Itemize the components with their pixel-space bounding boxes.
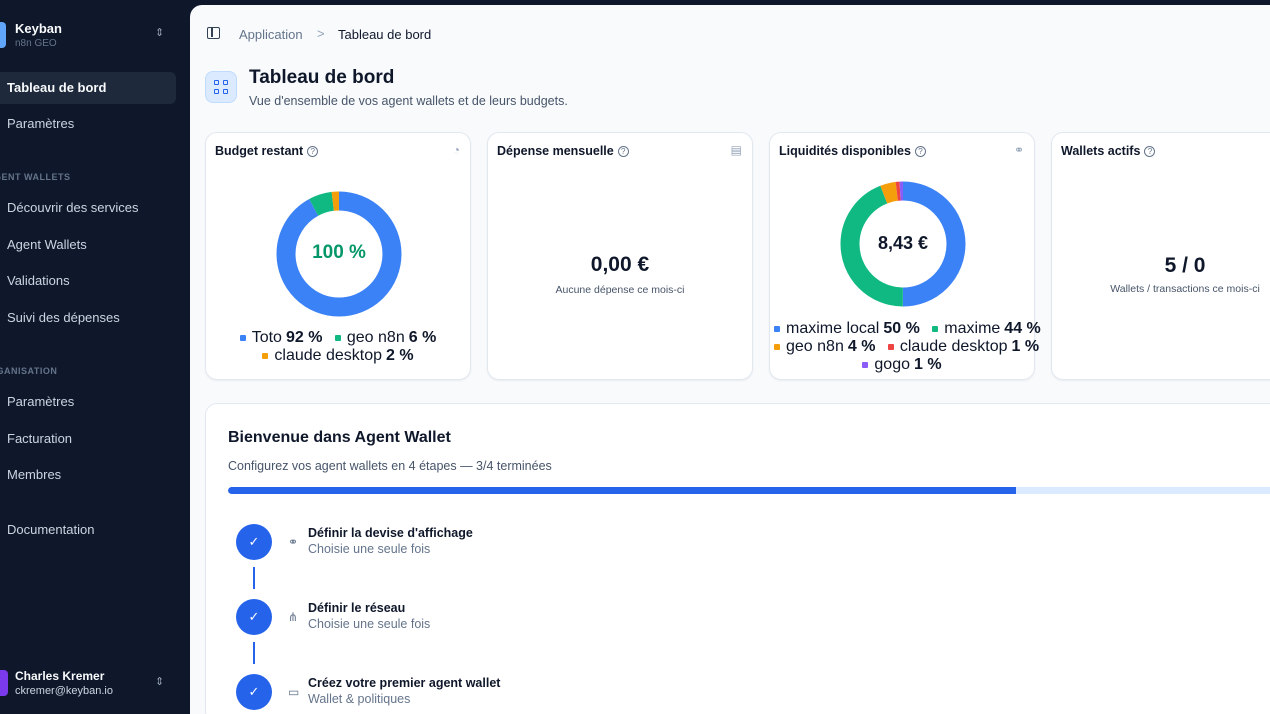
budget-center-label: 100 % (312, 242, 366, 263)
sidebar-item-settings[interactable]: Paramètres (0, 108, 176, 140)
liquidity-center-label: 8,43 € (877, 233, 929, 253)
sidebar-item-documentation[interactable]: Documentation (0, 514, 176, 546)
card-title-text: Budget restant (215, 144, 304, 158)
step-title[interactable]: Définir le réseau (308, 601, 405, 615)
user-name: Charles Kremer (15, 669, 105, 683)
legend-item: gogo 1 % (862, 356, 942, 374)
sidebar-item-members[interactable]: Membres (0, 459, 176, 491)
legend-row: geo n8n 4 % claude desktop 1 % (770, 338, 1039, 356)
sidebar-item-validations[interactable]: Validations (0, 265, 176, 297)
link-icon: ⚭ (288, 535, 299, 549)
progress-fill (228, 487, 1016, 494)
help-icon[interactable]: ? (914, 146, 926, 157)
sidebar-item-agent-wallets[interactable]: Agent Wallets (0, 229, 176, 261)
sidebar-item-spending[interactable]: Suivi des dépenses (0, 302, 176, 334)
org-logo (0, 22, 6, 48)
step-title[interactable]: Créez votre premier agent wallet (308, 676, 500, 690)
card-title: Liquidités disponibles? (779, 144, 926, 158)
breadcrumb-separator: > (317, 26, 325, 41)
onboarding-progress-bar (228, 487, 1270, 494)
step-complete-check-icon: ✓ (236, 599, 272, 635)
card-title: Budget restant? (215, 144, 319, 158)
legend-row: maxime local 50 % maxime 44 % (770, 320, 1041, 338)
help-icon[interactable]: ? (617, 146, 629, 157)
gauge-icon: ◔ (452, 143, 460, 157)
card-title: Wallets actifs? (1061, 144, 1156, 158)
step-connector (253, 642, 255, 664)
card-title-text: Liquidités disponibles (779, 144, 911, 158)
link-icon: ⚭ (1013, 143, 1024, 157)
step-subtitle: Choisie une seule fois (308, 617, 431, 631)
sidebar: Keyban n8n GEO ⇕ Tableau de bord Paramèt… (0, 0, 190, 714)
card-budget: Budget restant? ◔ 100 % Toto 92 % geo n8n… (205, 132, 471, 380)
step-complete-check-icon: ✓ (236, 524, 272, 560)
help-icon[interactable]: ? (1144, 146, 1156, 157)
legend-item: maxime local 50 % (774, 320, 920, 338)
legend-row: gogo 1 % (770, 356, 1034, 374)
sidebar-item-discover-services[interactable]: Découvrir des services (0, 192, 176, 224)
org-name: Keyban (15, 21, 62, 36)
dashboard-icon (205, 71, 237, 103)
step-complete-check-icon: ✓ (236, 674, 272, 710)
topbar: Application > Tableau de bord (190, 5, 1270, 55)
onboarding-title: Bienvenue dans Agent Wallet (228, 429, 451, 446)
sidebar-item-billing[interactable]: Facturation (0, 423, 176, 455)
step-subtitle: Wallet & politiques (308, 692, 411, 706)
active-wallets-caption: Wallets / transactions ce mois-ci (1110, 283, 1260, 295)
sidebar-item-org-settings[interactable]: Paramètres (0, 386, 176, 418)
receipt-icon: ▤ (730, 143, 742, 157)
help-icon[interactable]: ? (307, 146, 319, 157)
sidebar-item-dashboard[interactable]: Tableau de bord (0, 72, 176, 104)
sidebar-toggle-icon[interactable] (207, 27, 220, 39)
legend-item: Toto 92 % (239, 329, 322, 347)
legend-row: claude desktop 2 % (206, 347, 470, 365)
monthly-spend-caption: Aucune dépense ce mois-ci (555, 284, 685, 296)
network-icon: ⋔ (288, 610, 299, 624)
legend-item: claude desktop 1 % (887, 338, 1039, 356)
step-subtitle: Choisie une seule fois (308, 542, 431, 556)
org-switcher[interactable]: Keyban n8n GEO ⇕ (0, 18, 180, 54)
card-liquidity: Liquidités disponibles? ⚭ 8,43 € maxime … (769, 132, 1041, 380)
page-subtitle: Vue d'ensemble de vos agent wallets et d… (249, 94, 568, 108)
breadcrumb-current: Tableau de bord (338, 27, 432, 42)
step-connector (253, 567, 255, 589)
card-title-text: Wallets actifs (1061, 144, 1141, 158)
breadcrumb-parent[interactable]: Application (239, 27, 303, 42)
avatar (0, 670, 8, 696)
user-menu[interactable]: Charles Kremer ckremer@keyban.io ⇕ (0, 664, 180, 704)
sidebar-section-organisation: ORGANISATION (0, 366, 58, 376)
org-subtitle: n8n GEO (15, 38, 57, 49)
card-active-wallets: Wallets actifs? 5 / 0 Wallets / transact… (1051, 132, 1270, 380)
card-title-text: Dépense mensuelle (497, 144, 614, 158)
legend-item: claude desktop 2 % (262, 347, 414, 365)
card-title: Dépense mensuelle? (497, 144, 629, 158)
card-monthly-spend: Dépense mensuelle? ▤ 0,00 € Aucune dépen… (487, 132, 753, 380)
legend-item: geo n8n 4 % (774, 338, 875, 356)
main-content: Application > Tableau de bord Tableau de… (190, 5, 1270, 714)
wallet-icon: ▭ (288, 685, 300, 699)
user-email: ckremer@keyban.io (15, 685, 113, 697)
monthly-spend-value: 0,00 € (590, 253, 650, 276)
chevron-updown-icon: ⇕ (155, 27, 165, 39)
legend-item: geo n8n 6 % (334, 329, 436, 347)
active-wallets-value: 5 / 0 (1164, 254, 1206, 277)
legend-item: maxime 44 % (932, 320, 1041, 338)
page-title: Tableau de bord (249, 67, 395, 88)
step-title[interactable]: Définir la devise d'affichage (308, 526, 473, 540)
sidebar-section-agent-wallets: AGENT WALLETS (0, 172, 71, 182)
onboarding-subtitle: Configurez vos agent wallets en 4 étapes… (228, 459, 552, 473)
legend-row: Toto 92 % geo n8n 6 % (206, 329, 470, 347)
onboarding-card: Bienvenue dans Agent Wallet Configurez v… (205, 403, 1270, 714)
chevron-updown-icon: ⇕ (155, 676, 165, 688)
